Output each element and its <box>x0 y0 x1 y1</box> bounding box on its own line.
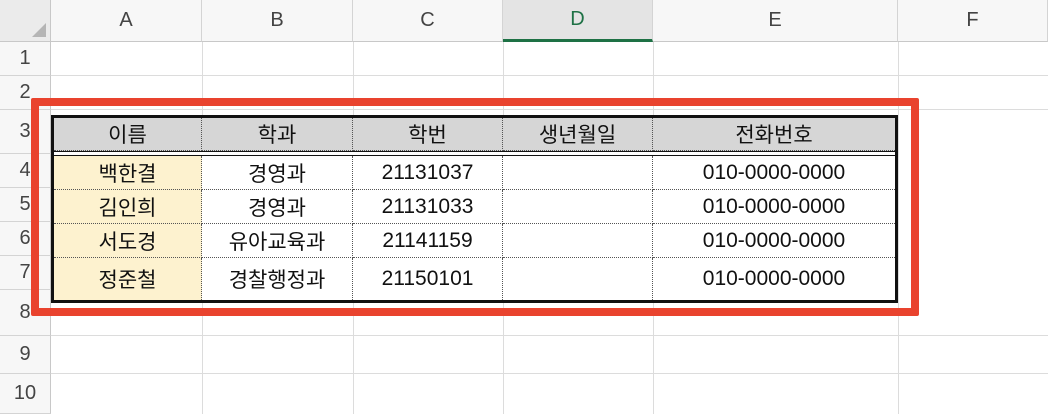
table-cell[interactable] <box>503 258 653 300</box>
row-header-5[interactable]: 5 <box>0 188 51 222</box>
table-header-cell[interactable]: 학과 <box>202 118 353 151</box>
gridline <box>51 373 1048 374</box>
column-header-b[interactable]: B <box>202 0 353 42</box>
table-cell[interactable]: 김인희 <box>54 190 202 224</box>
table-cell[interactable]: 서도경 <box>54 224 202 258</box>
spreadsheet: A B C D E F 1 2 3 4 5 6 7 8 9 10 이름 학과 학… <box>0 0 1048 414</box>
table-header-cell[interactable]: 전화번호 <box>653 118 895 151</box>
table-cell[interactable]: 010-0000-0000 <box>653 190 895 224</box>
column-header-a[interactable]: A <box>51 0 202 42</box>
table-cell[interactable]: 21141159 <box>353 224 503 258</box>
table-header-cell[interactable]: 이름 <box>54 118 202 151</box>
column-header-d[interactable]: D <box>503 0 653 42</box>
table-cell[interactable] <box>503 190 653 224</box>
table-cell[interactable]: 경영과 <box>202 190 353 224</box>
table-cell[interactable]: 정준철 <box>54 258 202 300</box>
row-header-9[interactable]: 9 <box>0 336 51 374</box>
table-cell[interactable]: 경영과 <box>202 156 353 190</box>
table-cell[interactable]: 010-0000-0000 <box>653 156 895 190</box>
column-header-c[interactable]: C <box>353 0 503 42</box>
gridline <box>51 335 1048 336</box>
row-header-1[interactable]: 1 <box>0 42 51 76</box>
table-header-cell[interactable]: 학번 <box>353 118 503 151</box>
gridline <box>898 42 899 414</box>
row-header-7[interactable]: 7 <box>0 256 51 290</box>
row-header-3[interactable]: 3 <box>0 110 51 154</box>
table-cell[interactable]: 21150101 <box>353 258 503 300</box>
row-header-6[interactable]: 6 <box>0 222 51 256</box>
row-header-10[interactable]: 10 <box>0 374 51 414</box>
column-header-f[interactable]: F <box>898 0 1048 42</box>
select-all-corner[interactable] <box>0 0 51 42</box>
table-header-cell[interactable]: 생년월일 <box>503 118 653 151</box>
table-cell[interactable]: 21131033 <box>353 190 503 224</box>
table-cell[interactable]: 21131037 <box>353 156 503 190</box>
row-header-2[interactable]: 2 <box>0 76 51 110</box>
table-cell[interactable]: 경찰행정과 <box>202 258 353 300</box>
table-cell[interactable]: 유아교육과 <box>202 224 353 258</box>
table-cell[interactable]: 010-0000-0000 <box>653 258 895 300</box>
table-cell[interactable]: 010-0000-0000 <box>653 224 895 258</box>
table-cell[interactable]: 백한결 <box>54 156 202 190</box>
row-header-8[interactable]: 8 <box>0 290 51 336</box>
table-cell[interactable] <box>503 156 653 190</box>
row-header-4[interactable]: 4 <box>0 154 51 188</box>
gridline <box>51 75 1048 76</box>
column-header-e[interactable]: E <box>653 0 898 42</box>
gridline <box>51 109 1048 110</box>
table-cell[interactable] <box>503 224 653 258</box>
